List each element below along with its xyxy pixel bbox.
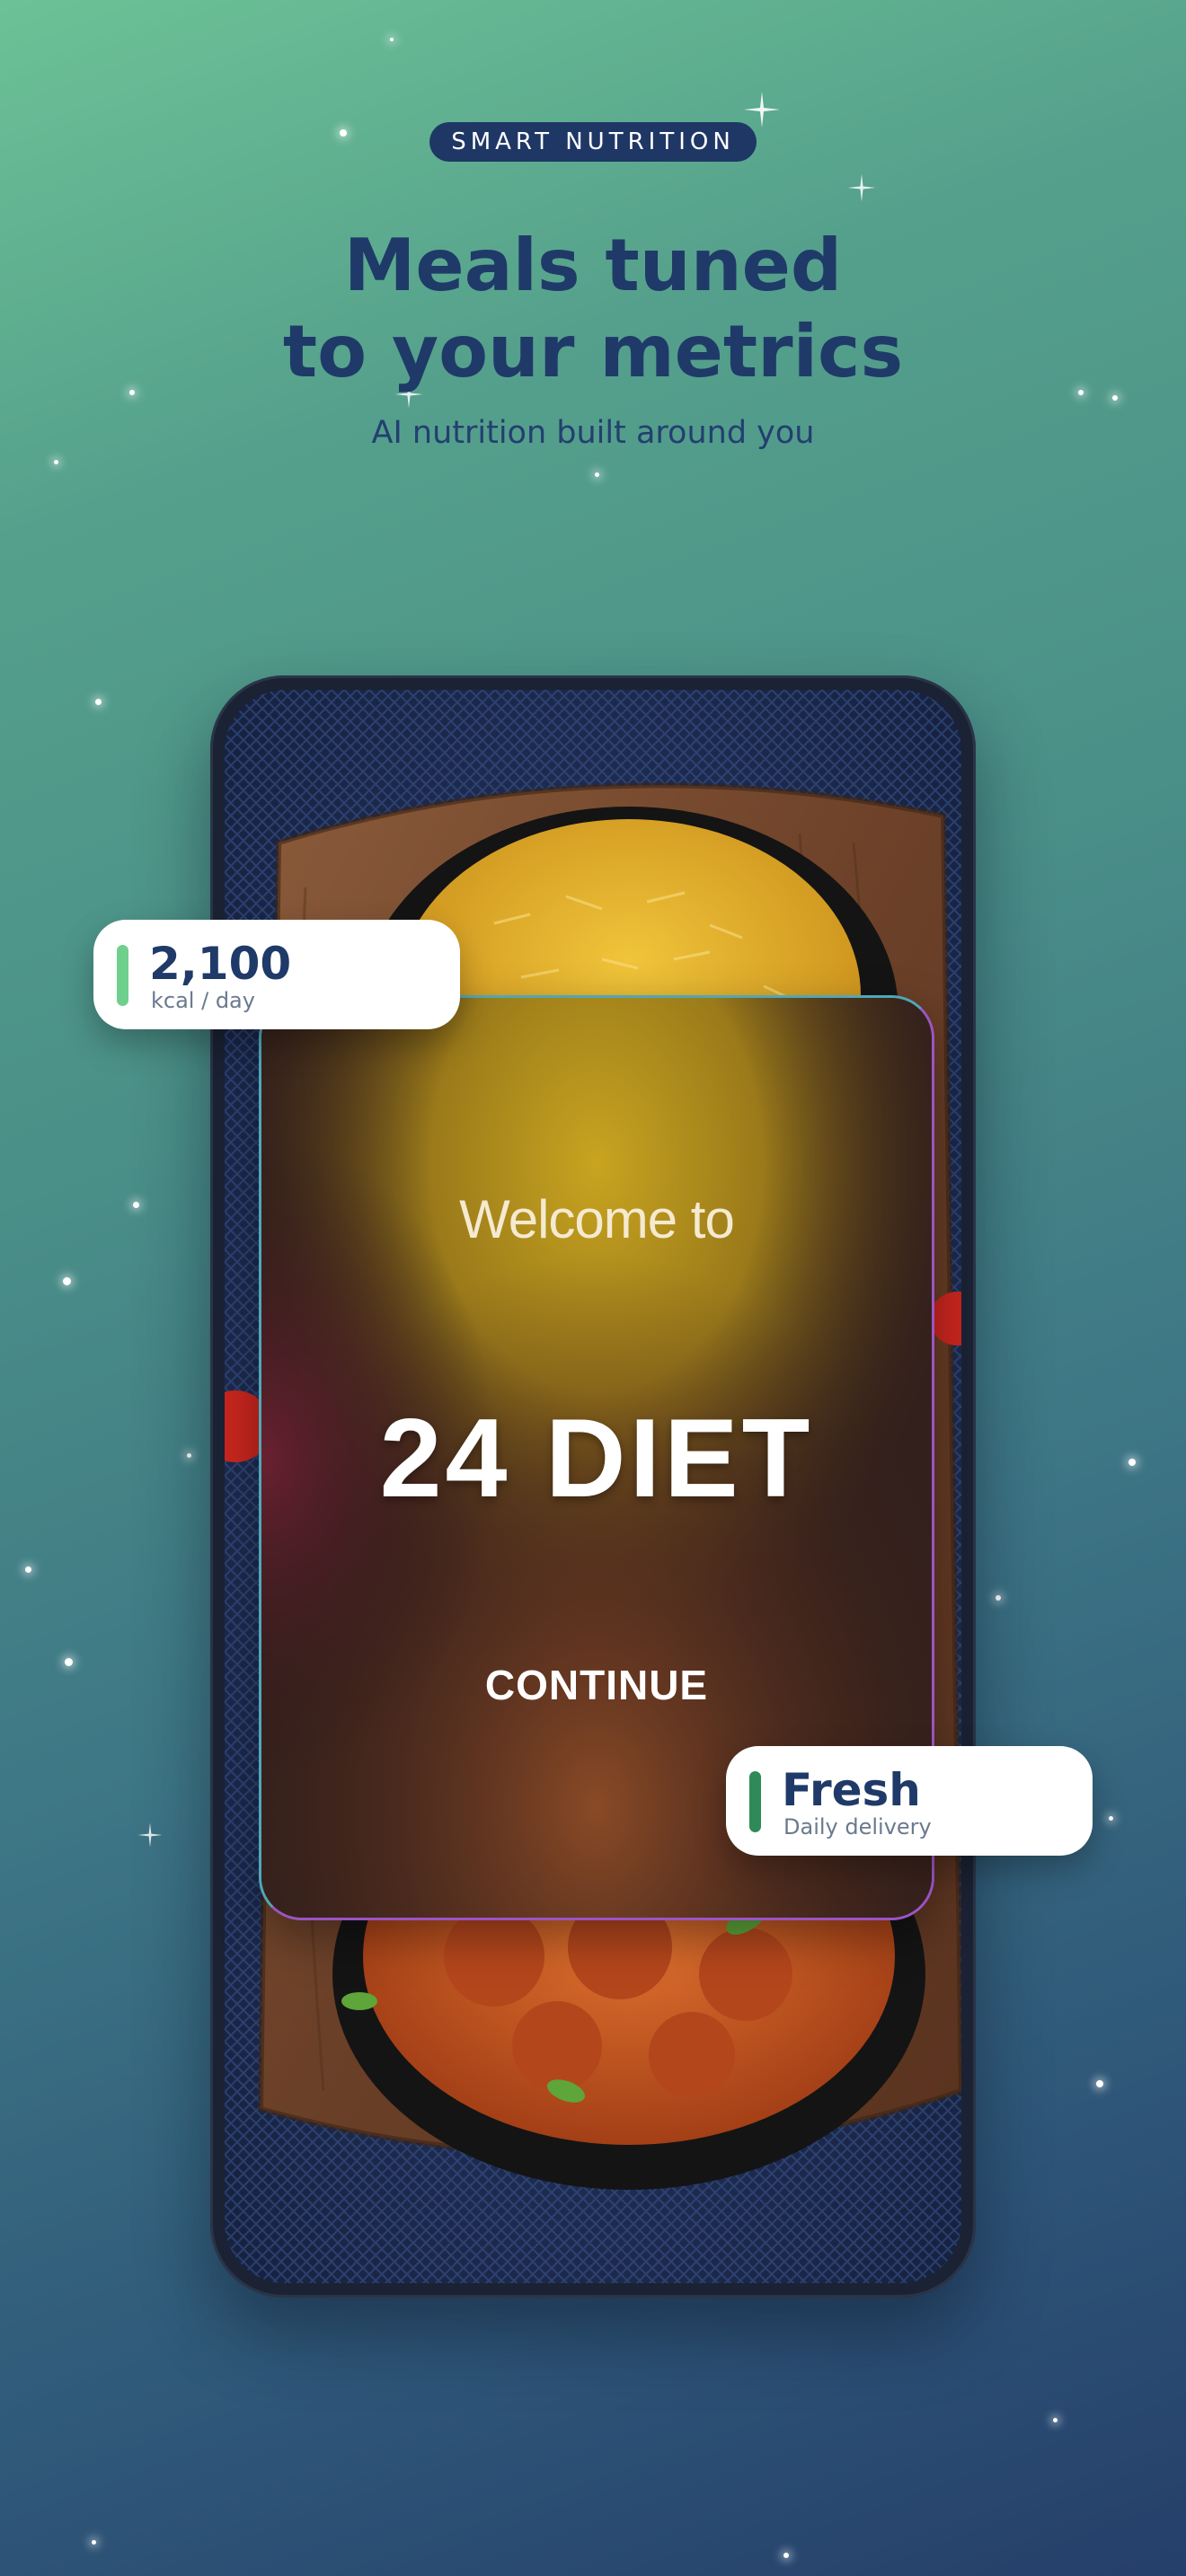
- stat-accent-bar: [117, 945, 128, 1006]
- sparkle-star-icon: [137, 1822, 163, 1848]
- sparkle: [1053, 2418, 1058, 2422]
- sparkle: [1112, 395, 1118, 401]
- sparkle: [65, 1658, 73, 1666]
- stat-label: kcal / day: [151, 988, 255, 1013]
- sparkle: [63, 1277, 71, 1285]
- sparkle: [783, 2553, 789, 2558]
- welcome-greeting: Welcome to: [459, 1189, 735, 1249]
- stat-card-calories: 2,100 kcal / day: [93, 920, 460, 1029]
- sparkle: [595, 472, 599, 477]
- sparkle: [996, 1595, 1001, 1601]
- stat-value: 2,100: [149, 938, 292, 990]
- stat-value: Fresh: [782, 1764, 921, 1816]
- sparkle: [187, 1453, 191, 1458]
- sparkle: [1128, 1459, 1136, 1466]
- headline-line-1: Meals tuned: [343, 224, 843, 307]
- sparkle: [1109, 1816, 1113, 1821]
- sparkle: [133, 1202, 139, 1208]
- sparkle: [54, 460, 58, 464]
- headline-line-2: to your metrics: [282, 310, 904, 393]
- sparkle: [340, 129, 347, 137]
- continue-button[interactable]: CONTINUE: [462, 1654, 731, 1716]
- badge-smart-nutrition: SMART NUTRITION: [429, 122, 757, 162]
- sparkle: [1096, 2080, 1103, 2087]
- page-title: Meals tuned to your metrics: [0, 223, 1186, 395]
- sparkle: [390, 38, 394, 41]
- sparkle: [25, 1566, 31, 1573]
- sparkle: [92, 2540, 96, 2545]
- sparkle-star-icon: [744, 92, 780, 128]
- subheadline: AI nutrition built around you: [371, 415, 815, 451]
- sparkle: [95, 699, 102, 705]
- stat-accent-bar: [749, 1771, 761, 1832]
- stat-label: Daily delivery: [783, 1814, 932, 1839]
- brand-title: 24 DIET: [379, 1397, 814, 1521]
- sparkle-star-icon: [847, 173, 876, 202]
- stat-card-fresh: Fresh Daily delivery: [726, 1746, 1093, 1856]
